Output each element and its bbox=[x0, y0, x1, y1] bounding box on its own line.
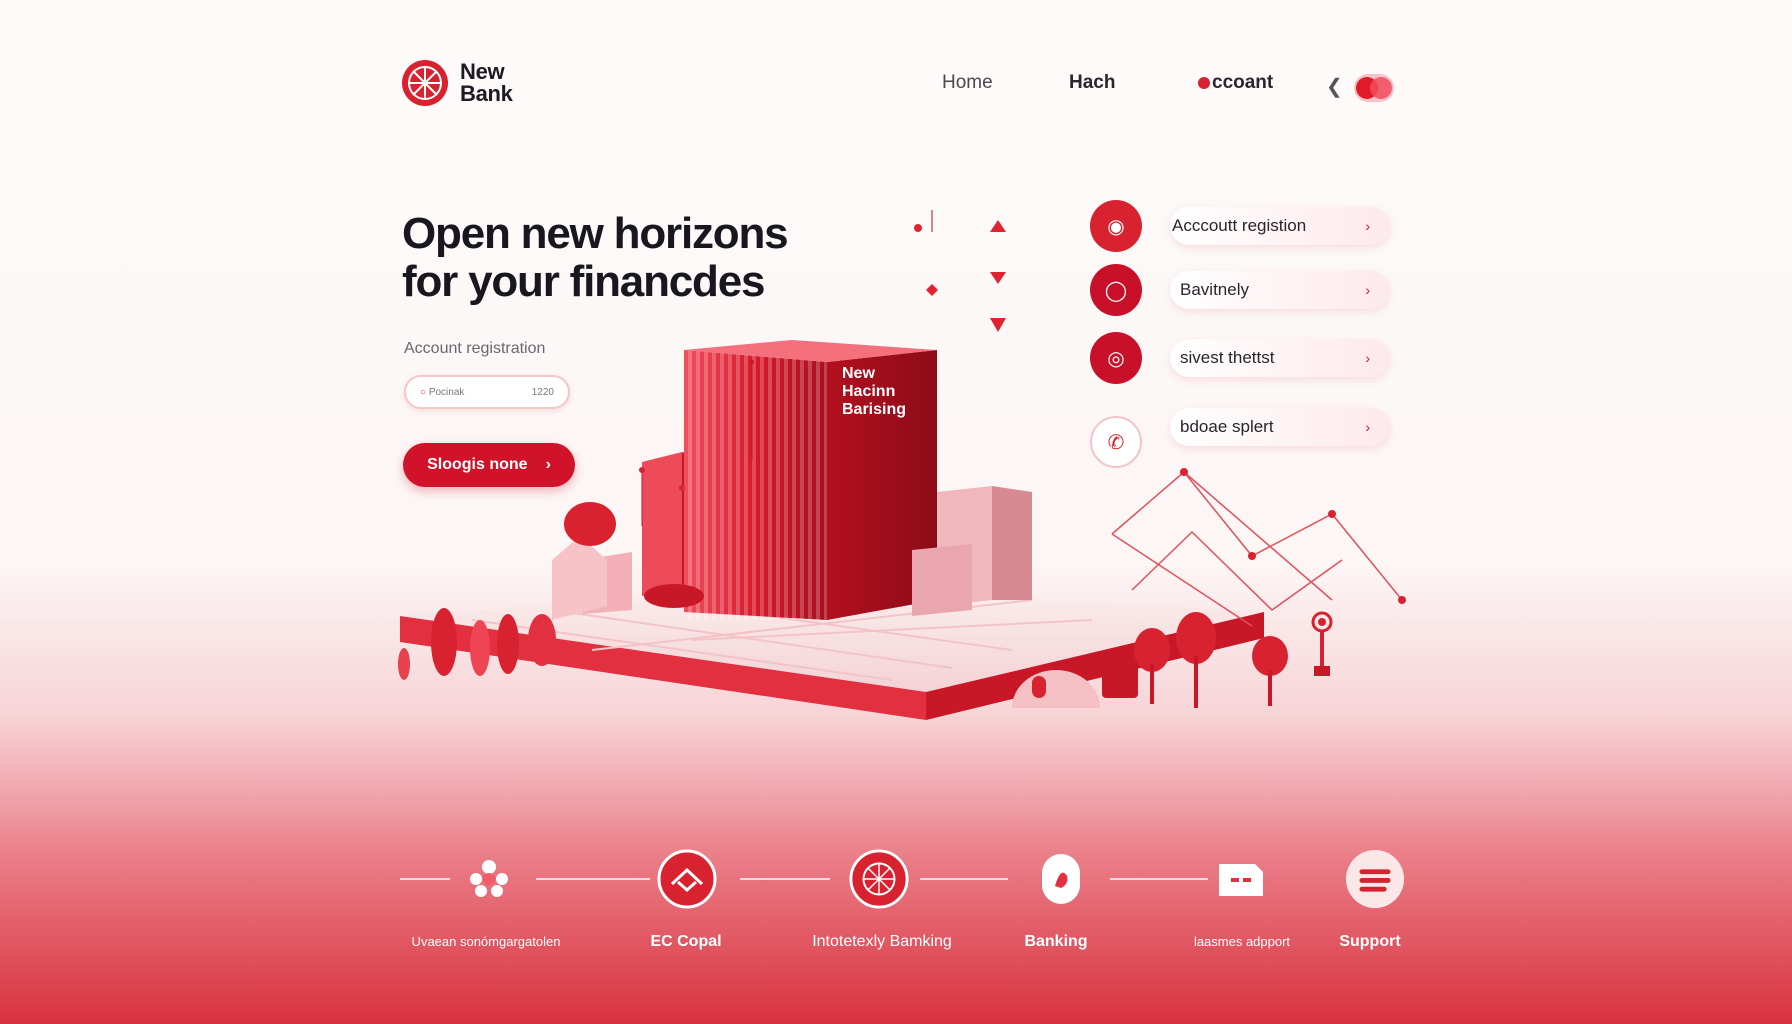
divider bbox=[400, 878, 450, 880]
feature-sivest-thettst[interactable]: ◎ sivest thettst › bbox=[1090, 332, 1390, 384]
coin-icon: ◯ bbox=[1090, 264, 1142, 316]
account-dot-icon bbox=[1198, 77, 1210, 89]
target-icon: ◎ bbox=[1090, 332, 1142, 384]
divider bbox=[536, 878, 650, 880]
bottom-label-2[interactable]: EC Copal bbox=[650, 933, 721, 951]
bottom-label-3[interactable]: Intotetexly Bamking bbox=[812, 933, 952, 951]
bank-logo-icon bbox=[402, 60, 448, 106]
tower-sign-3: Barising bbox=[842, 401, 906, 418]
theme-toggle[interactable] bbox=[1354, 74, 1394, 102]
feature-bavitnely[interactable]: ◯ Bavitnely › bbox=[1090, 264, 1390, 316]
globe-icon[interactable] bbox=[848, 848, 910, 910]
card-icon[interactable] bbox=[1210, 848, 1272, 910]
bottom-label-5[interactable]: laasmes adpport bbox=[1194, 934, 1290, 949]
chevron-right-icon: › bbox=[1365, 419, 1370, 435]
network-dots-icon[interactable] bbox=[458, 848, 520, 910]
tower-sign-2: Hacinn bbox=[842, 383, 895, 400]
brand-name: New Bank bbox=[460, 59, 513, 106]
nav-home[interactable]: Home bbox=[942, 72, 993, 94]
feature-bdoae-splert[interactable]: ✆ bdoae splert › bbox=[1090, 408, 1390, 468]
chevron-right-icon: › bbox=[1365, 218, 1370, 234]
bottom-label-4[interactable]: Banking bbox=[1024, 933, 1087, 951]
nav-hach[interactable]: Hach bbox=[1069, 72, 1115, 94]
nav-account[interactable]: ccoant bbox=[1198, 72, 1273, 94]
chevron-left-icon[interactable]: ❮ bbox=[1326, 74, 1343, 99]
phone-icon: ✆ bbox=[1090, 416, 1142, 468]
divider bbox=[740, 878, 830, 880]
divider bbox=[1110, 878, 1208, 880]
brand-logo[interactable]: New Bank bbox=[400, 58, 513, 108]
house-icon[interactable] bbox=[656, 848, 718, 910]
bottom-label-6[interactable]: Support bbox=[1339, 933, 1400, 951]
tower-sign-1: New bbox=[842, 365, 875, 382]
bottom-label-1[interactable]: Uvaean sonómgargatolen bbox=[412, 934, 561, 949]
menu-icon[interactable] bbox=[1344, 848, 1406, 910]
feature-account-registration[interactable]: ◉ Acccoutt registion › bbox=[1090, 200, 1390, 252]
divider bbox=[920, 878, 1008, 880]
flame-icon: ◉ bbox=[1090, 200, 1142, 252]
chevron-right-icon: › bbox=[1365, 282, 1370, 298]
chevron-right-icon: › bbox=[1365, 350, 1370, 366]
shield-icon[interactable] bbox=[1030, 848, 1092, 910]
